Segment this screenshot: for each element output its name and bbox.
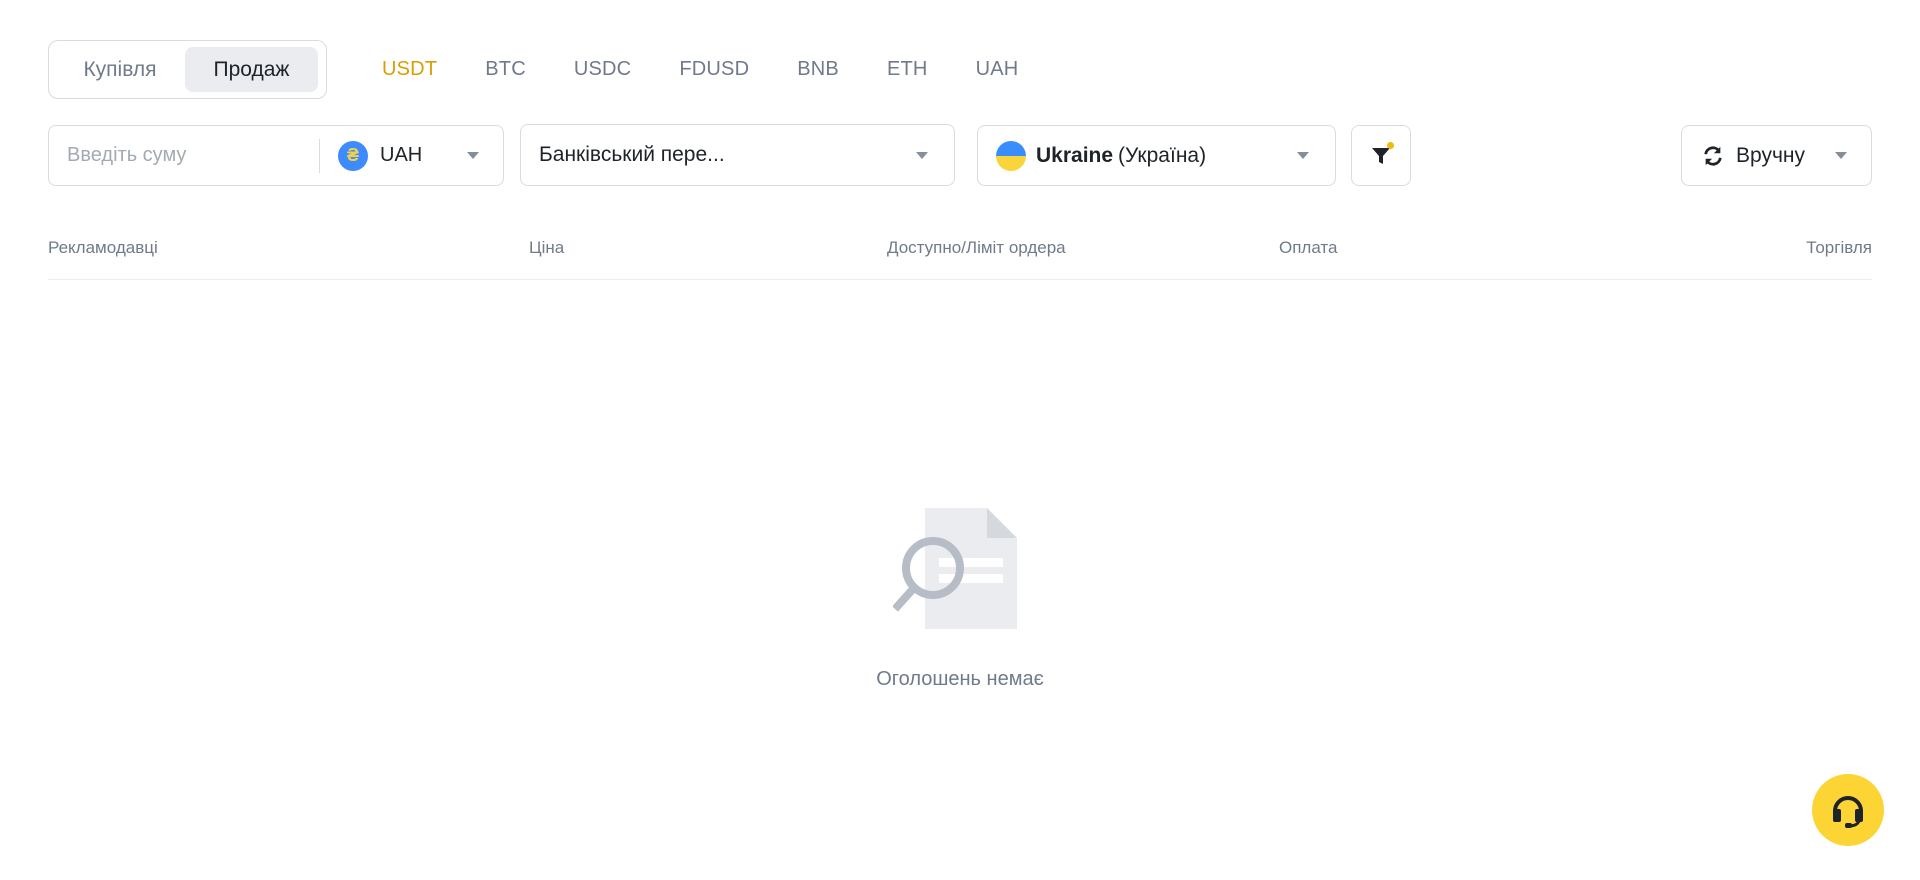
filter-button[interactable]	[1351, 125, 1411, 186]
country-name: Ukraine	[1036, 143, 1114, 167]
payment-method-select[interactable]: Банківський пере...	[520, 124, 955, 186]
headset-icon	[1833, 796, 1863, 828]
sell-tab[interactable]: Продаж	[185, 47, 318, 92]
buy-tab[interactable]: Купівля	[55, 47, 185, 92]
chevron-down-icon	[1835, 152, 1847, 159]
ukraine-flag-icon	[996, 140, 1026, 171]
chevron-down-icon	[916, 151, 928, 159]
refresh-mode-select[interactable]: Вручну	[1681, 125, 1872, 186]
chevron-down-icon[interactable]	[467, 152, 479, 159]
filter-active-dot	[1387, 142, 1394, 149]
ads-table-header: Рекламодавці Ціна Доступно/Ліміт ордера …	[48, 230, 1872, 280]
refresh-mode-label: Вручну	[1736, 143, 1805, 167]
payment-method-label: Банківський пере...	[539, 143, 725, 166]
column-header-payment: Оплата	[1279, 238, 1338, 257]
asset-tab-btc[interactable]: BTC	[485, 58, 526, 81]
p2p-page: Купівля Продаж USDT BTC USDC FDUSD BNB E…	[0, 0, 1920, 880]
currency-select-label[interactable]: UAH	[380, 144, 422, 167]
asset-tab-bnb[interactable]: BNB	[797, 58, 839, 81]
country-native-name: (Україна)	[1118, 143, 1207, 167]
asset-tab-uah[interactable]: UAH	[976, 58, 1019, 81]
trade-side-toggle: Купівля Продаж	[48, 40, 327, 99]
refresh-icon	[1704, 145, 1722, 166]
amount-divider	[319, 138, 320, 173]
document-search-icon	[893, 508, 1017, 629]
asset-tab-eth[interactable]: ETH	[887, 58, 928, 81]
chevron-down-icon	[1297, 152, 1309, 159]
asset-tab-usdc[interactable]: USDC	[574, 58, 631, 81]
asset-tabs: USDT BTC USDC FDUSD BNB ETH UAH	[382, 40, 1066, 99]
support-chat-button[interactable]	[1812, 774, 1884, 846]
column-header-available-limit: Доступно/Ліміт ордера	[887, 238, 1066, 257]
column-header-price: Ціна	[529, 238, 565, 257]
column-header-trade: Торгівля	[1806, 238, 1872, 257]
asset-tab-fdusd[interactable]: FDUSD	[679, 58, 749, 81]
amount-input[interactable]	[49, 126, 319, 185]
asset-tab-usdt[interactable]: USDT	[382, 58, 437, 81]
country-select[interactable]: Ukraine (Україна)	[977, 125, 1336, 186]
amount-field-group: ₴ UAH	[48, 125, 504, 186]
uah-coin-icon: ₴	[338, 140, 368, 171]
column-header-advertisers: Рекламодавці	[48, 238, 158, 257]
empty-state-message: Оголошень немає	[876, 668, 1044, 690]
